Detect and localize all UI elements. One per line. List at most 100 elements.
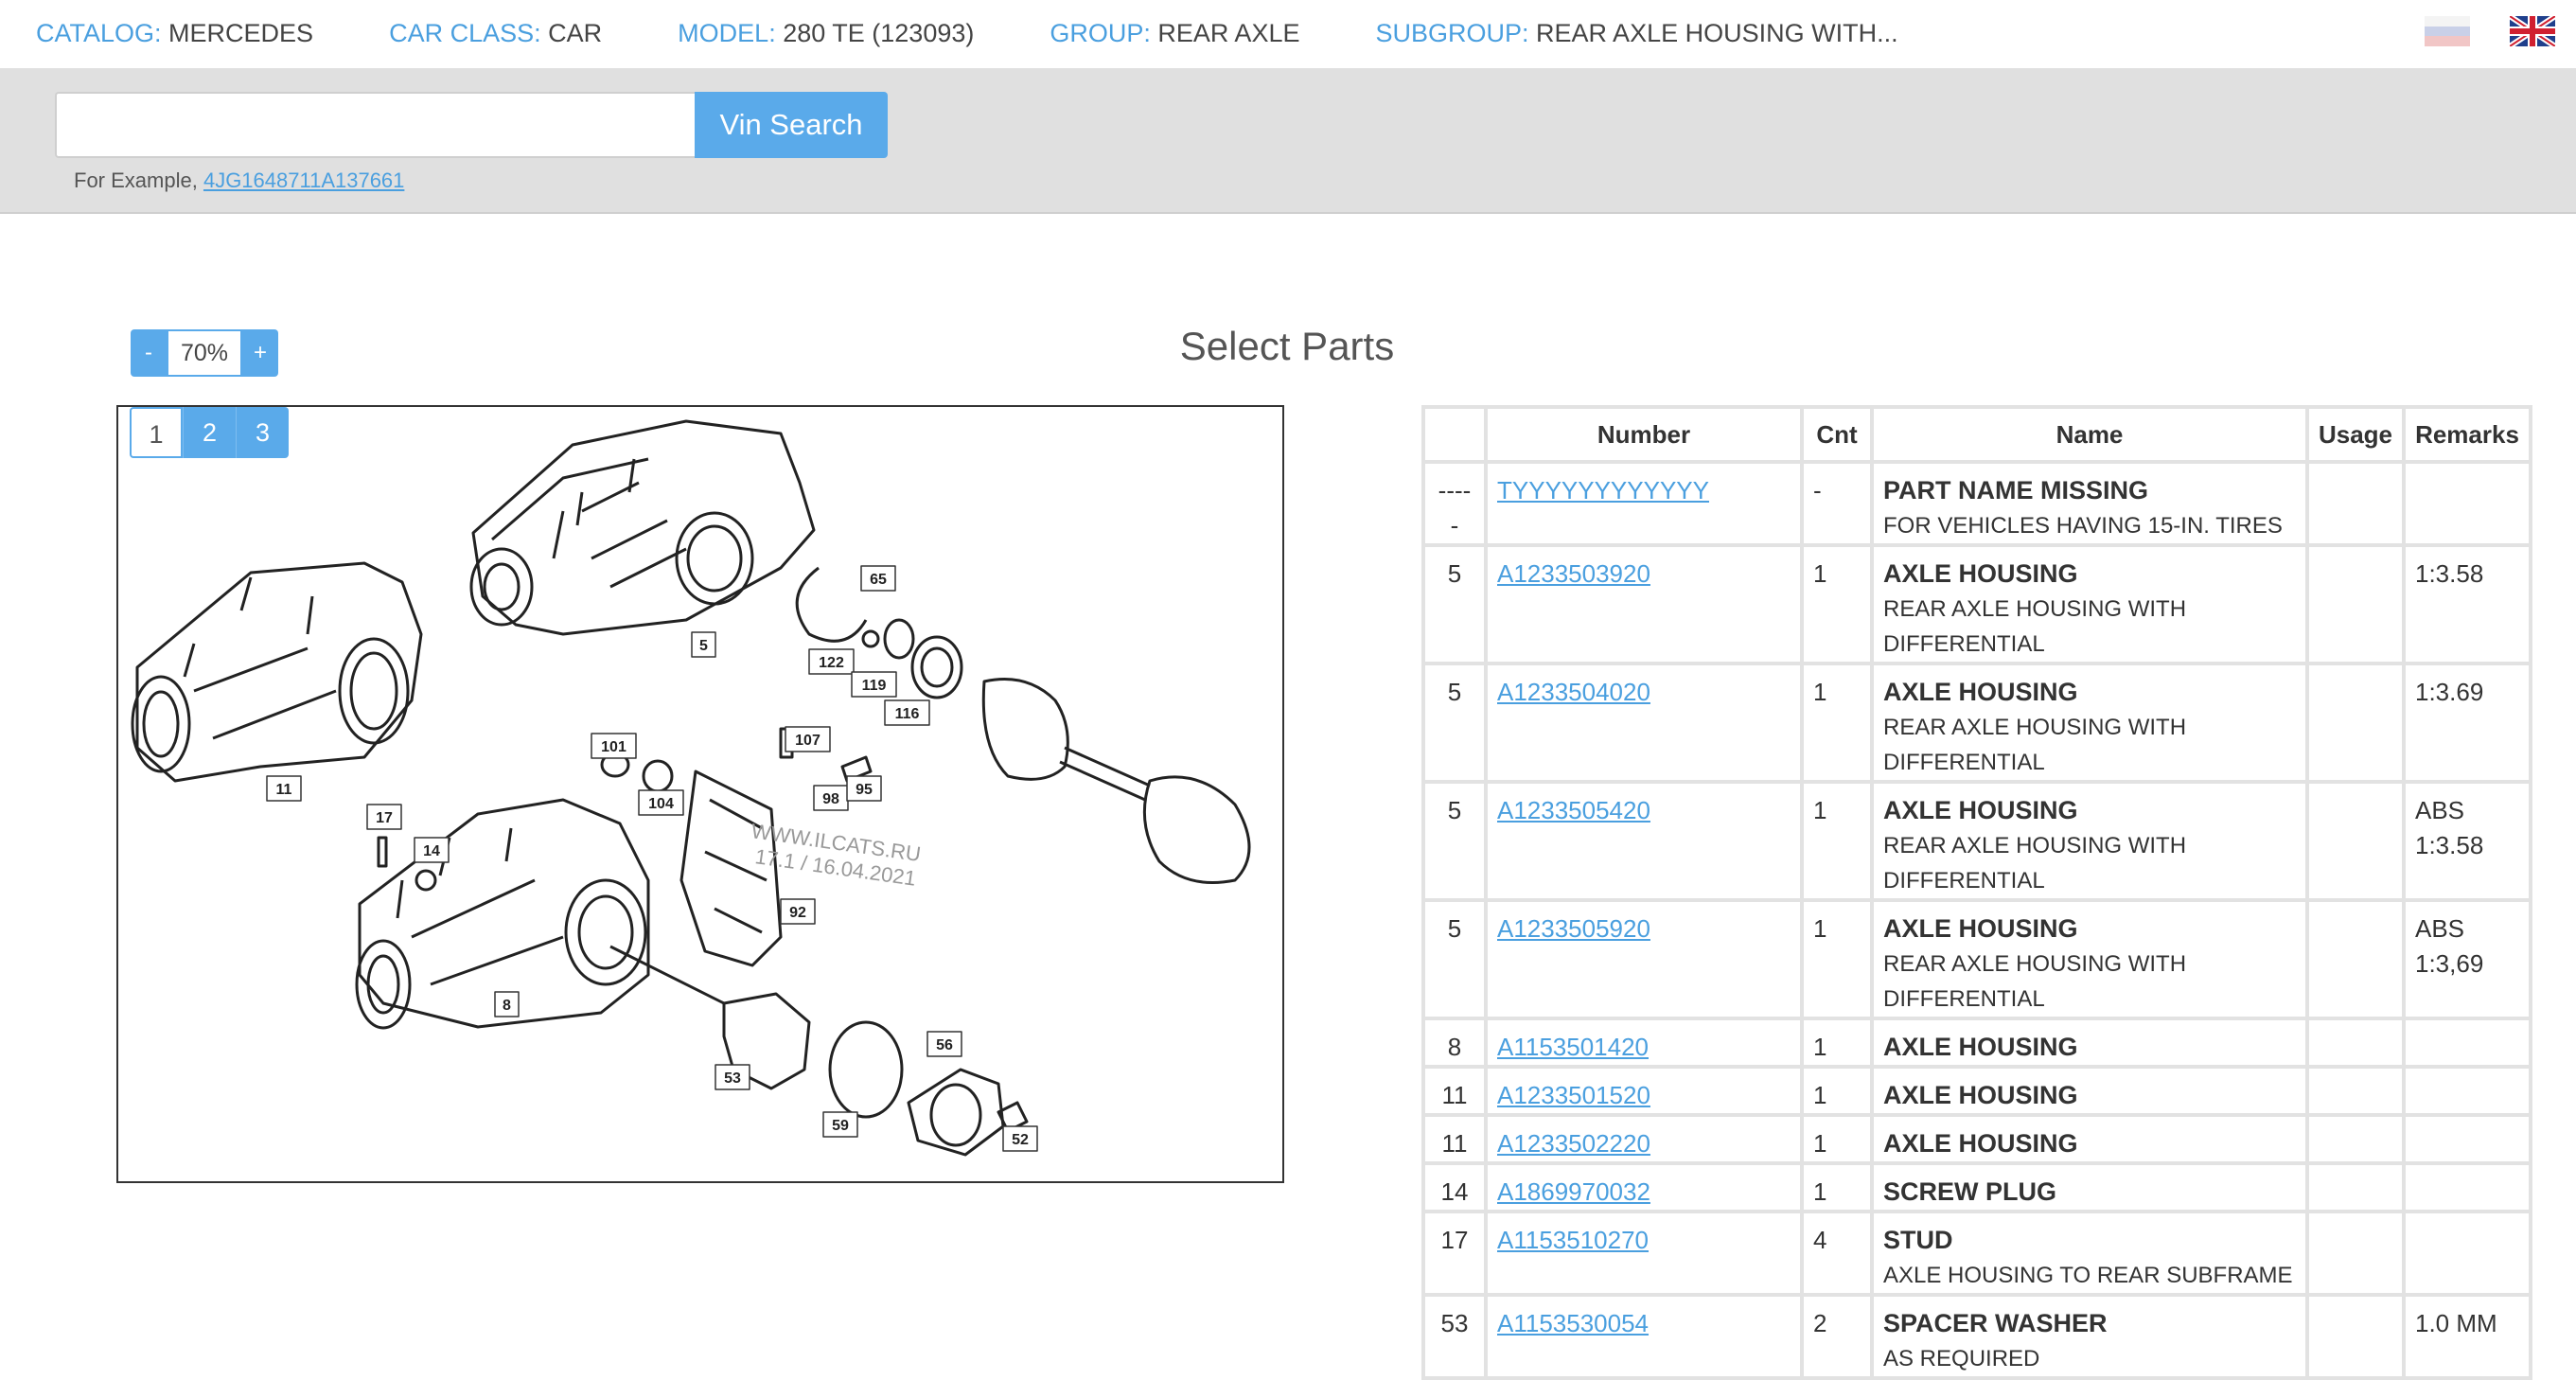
table-row[interactable]: 5 A1233503920 1 AXLE HOUSING REAR AXLE HOUSI…	[1421, 543, 2532, 665]
part-name: STUD	[1883, 1226, 1953, 1254]
svg-text:101: 101	[601, 739, 626, 755]
cell-remarks: 1:3.69	[2402, 662, 2532, 784]
breadcrumb-group[interactable]: GROUP: REAR AXLE	[1050, 19, 1299, 48]
part-number-link[interactable]: A1869970032	[1497, 1177, 1650, 1206]
callout-label-101[interactable]: 101	[591, 733, 637, 759]
callout-label-17[interactable]: 17	[366, 804, 402, 830]
count-text: 1	[1813, 1033, 1827, 1061]
cell-remarks	[2402, 1017, 2532, 1069]
part-number-link[interactable]: TYYYYYYYYYYYY	[1497, 476, 1709, 504]
part-number-link[interactable]: A1153501420	[1497, 1033, 1649, 1061]
vin-search-input[interactable]	[55, 92, 695, 158]
vin-example-link[interactable]: 4JG1648711A137661	[203, 168, 404, 192]
svg-text:53: 53	[724, 1070, 741, 1087]
breadcrumb-model[interactable]: MODEL: 280 TE (123093)	[678, 19, 974, 48]
cell-name: AXLE HOUSING	[1870, 1113, 2309, 1165]
axle-housing-bottom-drawing	[355, 798, 725, 1030]
table-row[interactable]: ----- TYYYYYYYYYYYY - PART NAME MISSING FOR …	[1421, 460, 2532, 547]
callout-label-5[interactable]: 5	[691, 631, 716, 658]
parts-table-body: ----- TYYYYYYYYYYYY - PART NAME MISSING FOR …	[1421, 460, 2532, 1380]
column-header-name[interactable]: Name	[1870, 405, 2309, 464]
count-text: 4	[1813, 1226, 1827, 1254]
callout-label-53[interactable]: 53	[715, 1064, 750, 1090]
uk-flag-icon[interactable]	[2510, 16, 2555, 46]
count-text: 2	[1813, 1309, 1827, 1337]
part-number-link[interactable]: A1233504020	[1497, 678, 1650, 706]
table-row[interactable]: 11 A1233501520 1 AXLE HOUSING	[1421, 1065, 2532, 1117]
diagram-page-3[interactable]: 3	[236, 407, 289, 458]
table-row[interactable]: 53 A1153530054 2 SPACER WASHER AS REQUIRED 1.…	[1421, 1293, 2532, 1380]
count-text: -	[1813, 476, 1822, 504]
callout-label-65[interactable]: 65	[860, 565, 896, 592]
part-description: REAR AXLE HOUSING WITH DIFFERENTIAL	[1883, 951, 2187, 1012]
svg-text:65: 65	[870, 572, 887, 588]
callout-label-119[interactable]: 119	[851, 671, 897, 698]
cell-number: A1869970032	[1484, 1161, 1804, 1213]
callout-label-95[interactable]: 95	[846, 775, 882, 802]
cell-name: SPACER WASHER AS REQUIRED	[1870, 1293, 2309, 1380]
svg-text:59: 59	[832, 1118, 849, 1134]
callout-label-98[interactable]: 98	[813, 785, 849, 811]
column-header-remarks[interactable]: Remarks	[2402, 405, 2532, 464]
cell-name: AXLE HOUSING REAR AXLE HOUSING WITH DIFFE…	[1870, 662, 2309, 784]
callout-label-59[interactable]: 59	[822, 1111, 858, 1138]
cell-remarks: ABS 1:3.58	[2402, 780, 2532, 902]
cell-position: 53	[1421, 1293, 1488, 1380]
axle-housing-top-drawing	[469, 419, 816, 636]
callout-label-92[interactable]: 92	[780, 898, 816, 925]
callout-label-122[interactable]: 122	[808, 648, 855, 675]
column-header-number[interactable]: Number	[1484, 405, 1804, 464]
table-row[interactable]: 5 A1233505920 1 AXLE HOUSING REAR AXLE HOUSI…	[1421, 898, 2532, 1020]
part-number-link[interactable]: A1233505920	[1497, 914, 1650, 943]
breadcrumb-car-class[interactable]: CAR CLASS: CAR	[389, 19, 602, 48]
part-description: AS REQUIRED	[1883, 1346, 2040, 1371]
russian-flag-icon[interactable]	[2425, 16, 2470, 46]
count-text: 1	[1813, 1177, 1827, 1206]
column-header-cnt[interactable]: Cnt	[1800, 405, 1874, 464]
cell-count: 1	[1800, 662, 1874, 784]
callout-label-52[interactable]: 52	[1002, 1125, 1038, 1152]
part-number-link[interactable]: A1233503920	[1497, 559, 1650, 588]
table-row[interactable]: 5 A1233505420 1 AXLE HOUSING REAR AXLE HOUSI…	[1421, 780, 2532, 902]
diagram-page-1[interactable]: 1	[130, 407, 183, 458]
position-text: 11	[1441, 1081, 1468, 1109]
callout-label-56[interactable]: 56	[926, 1031, 962, 1057]
callout-label-104[interactable]: 104	[638, 789, 684, 816]
table-row[interactable]: 8 A1153501420 1 AXLE HOUSING	[1421, 1017, 2532, 1069]
cell-position: 8	[1421, 1017, 1488, 1069]
callout-label-11[interactable]: 11	[266, 775, 302, 802]
column-header-usage[interactable]: Usage	[2305, 405, 2406, 464]
cell-number: A1153510270	[1484, 1210, 1804, 1297]
cell-position: 17	[1421, 1210, 1488, 1297]
top-bar: CATALOG: MERCEDES CAR CLASS: CAR MODEL: …	[0, 0, 2576, 70]
part-description: REAR AXLE HOUSING WITH DIFFERENTIAL	[1883, 833, 2187, 893]
vin-search-button[interactable]: Vin Search	[695, 92, 888, 158]
part-number-link[interactable]: A1153510270	[1497, 1226, 1649, 1254]
svg-text:11: 11	[276, 782, 292, 798]
cell-number: TYYYYYYYYYYYY	[1484, 460, 1804, 547]
breadcrumb-subgroup[interactable]: SUBGROUP: REAR AXLE HOUSING WITH...	[1375, 19, 1897, 48]
callout-label-107[interactable]: 107	[785, 726, 831, 752]
callout-label-8[interactable]: 8	[494, 991, 520, 1017]
table-row[interactable]: 17 A1153510270 4 STUD AXLE HOUSING TO REAR S…	[1421, 1210, 2532, 1297]
callout-label-14[interactable]: 14	[414, 837, 450, 863]
cell-count: 1	[1800, 1161, 1874, 1213]
parts-diagram[interactable]: 1 2 3 WWW.ILCATS.RU 17.1 / 16.04.2021 65…	[116, 405, 1284, 1183]
zoom-out-button[interactable]: -	[131, 329, 167, 377]
table-row[interactable]: 14 A1869970032 1 SCREW PLUG	[1421, 1161, 2532, 1213]
part-name: PART NAME MISSING	[1883, 476, 2149, 504]
part-number-link[interactable]: A1233502220	[1497, 1129, 1650, 1158]
breadcrumb-catalog[interactable]: CATALOG: MERCEDES	[36, 19, 313, 48]
zoom-level: 70%	[167, 329, 242, 377]
part-number-link[interactable]: A1233505420	[1497, 796, 1650, 824]
table-row[interactable]: 11 A1233502220 1 AXLE HOUSING	[1421, 1113, 2532, 1165]
cell-usage	[2305, 1210, 2406, 1297]
part-number-link[interactable]: A1233501520	[1497, 1081, 1650, 1109]
zoom-in-button[interactable]: +	[242, 329, 278, 377]
callout-label-116[interactable]: 116	[884, 699, 930, 726]
table-row[interactable]: 5 A1233504020 1 AXLE HOUSING REAR AXLE HOUSI…	[1421, 662, 2532, 784]
part-number-link[interactable]: A1153530054	[1497, 1309, 1649, 1337]
diagram-page-2[interactable]: 2	[183, 407, 236, 458]
cell-number: A1233502220	[1484, 1113, 1804, 1165]
part-name: AXLE HOUSING	[1883, 678, 2078, 706]
